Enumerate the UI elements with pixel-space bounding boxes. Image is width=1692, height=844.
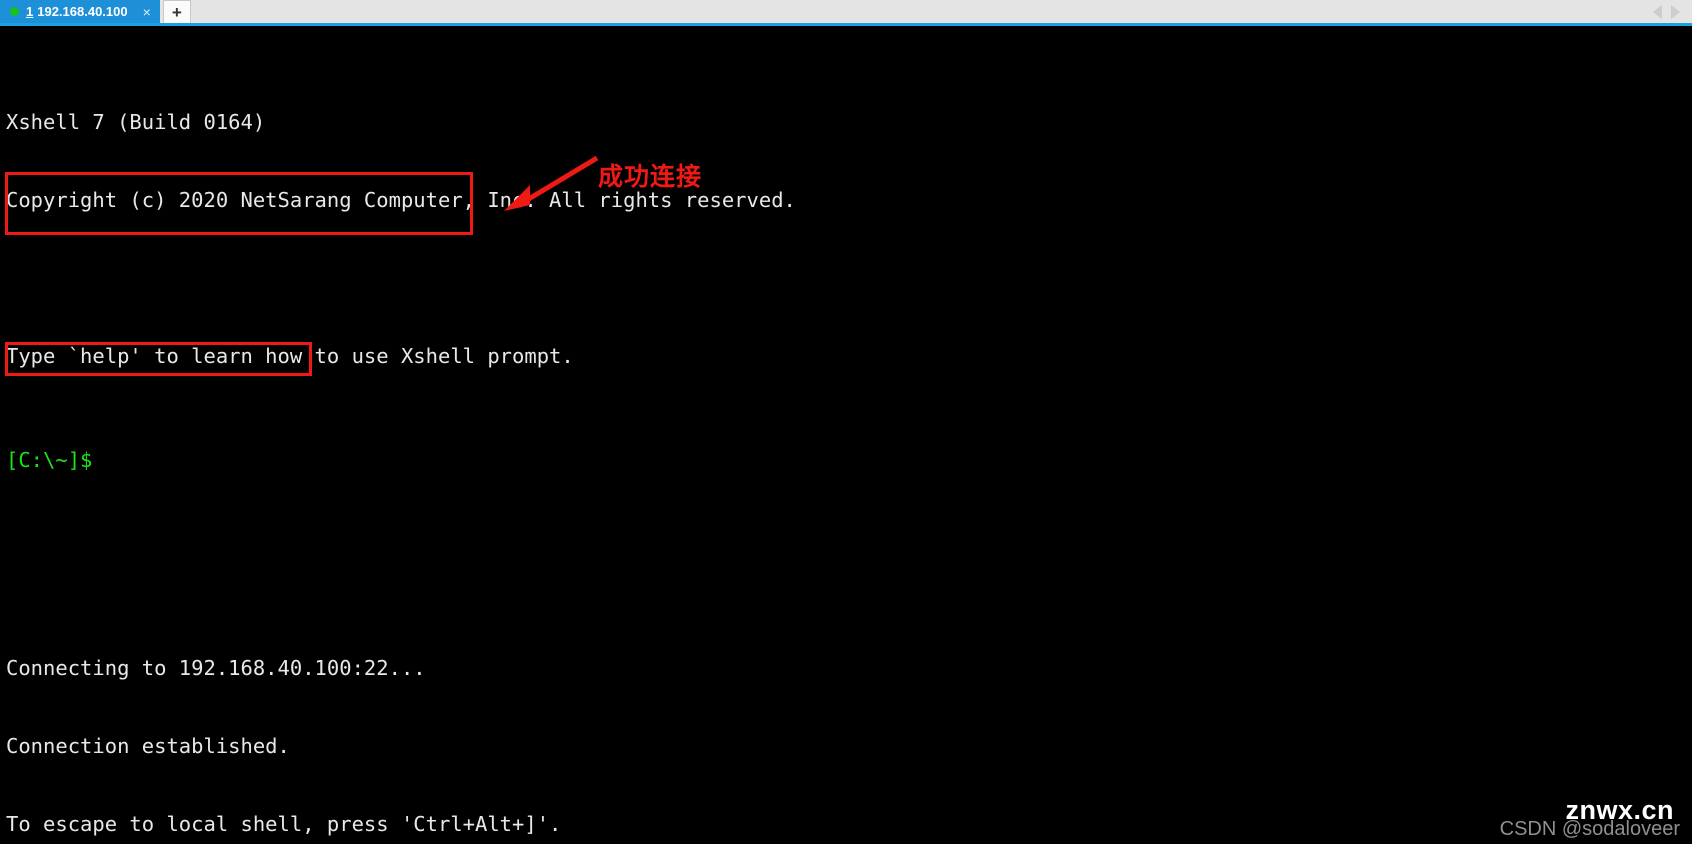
close-icon[interactable]: × bbox=[140, 5, 154, 19]
watermark-credit: CSDN @sodaloveer bbox=[1499, 818, 1680, 840]
tab-title: 192.168.40.100 bbox=[37, 4, 128, 19]
help-hint-line: Type `help' to learn how to use Xshell p… bbox=[6, 344, 574, 368]
escape-hint-line: To escape to local shell, press 'Ctrl+Al… bbox=[6, 812, 562, 836]
tab-index: 1 bbox=[26, 4, 34, 19]
banner-copyright-line: Copyright (c) 2020 NetSarang Computer, I… bbox=[6, 188, 796, 212]
tab-bar-spacer bbox=[191, 0, 1653, 23]
connected-dot-icon bbox=[10, 7, 19, 16]
connecting-line: Connecting to 192.168.40.100:22... bbox=[6, 656, 426, 680]
new-tab-button[interactable]: + bbox=[162, 0, 191, 23]
established-line: Connection established. bbox=[6, 734, 290, 758]
chevron-left-icon[interactable] bbox=[1653, 4, 1662, 19]
chevron-right-icon[interactable] bbox=[1671, 4, 1680, 19]
callout-label: 成功连接 bbox=[598, 162, 703, 191]
local-prompt-line: [C:\~]$ bbox=[6, 448, 93, 472]
tab-bar: 1 192.168.40.100 × + bbox=[0, 0, 1692, 26]
banner-version-line: Xshell 7 (Build 0164) bbox=[6, 110, 266, 134]
spacer-before-connection bbox=[6, 551, 1692, 577]
terminal-output[interactable]: Xshell 7 (Build 0164) Copyright (c) 2020… bbox=[0, 26, 1692, 844]
tab-session-1[interactable]: 1 192.168.40.100 × bbox=[0, 0, 160, 23]
tab-scroll-controls bbox=[1653, 0, 1692, 23]
